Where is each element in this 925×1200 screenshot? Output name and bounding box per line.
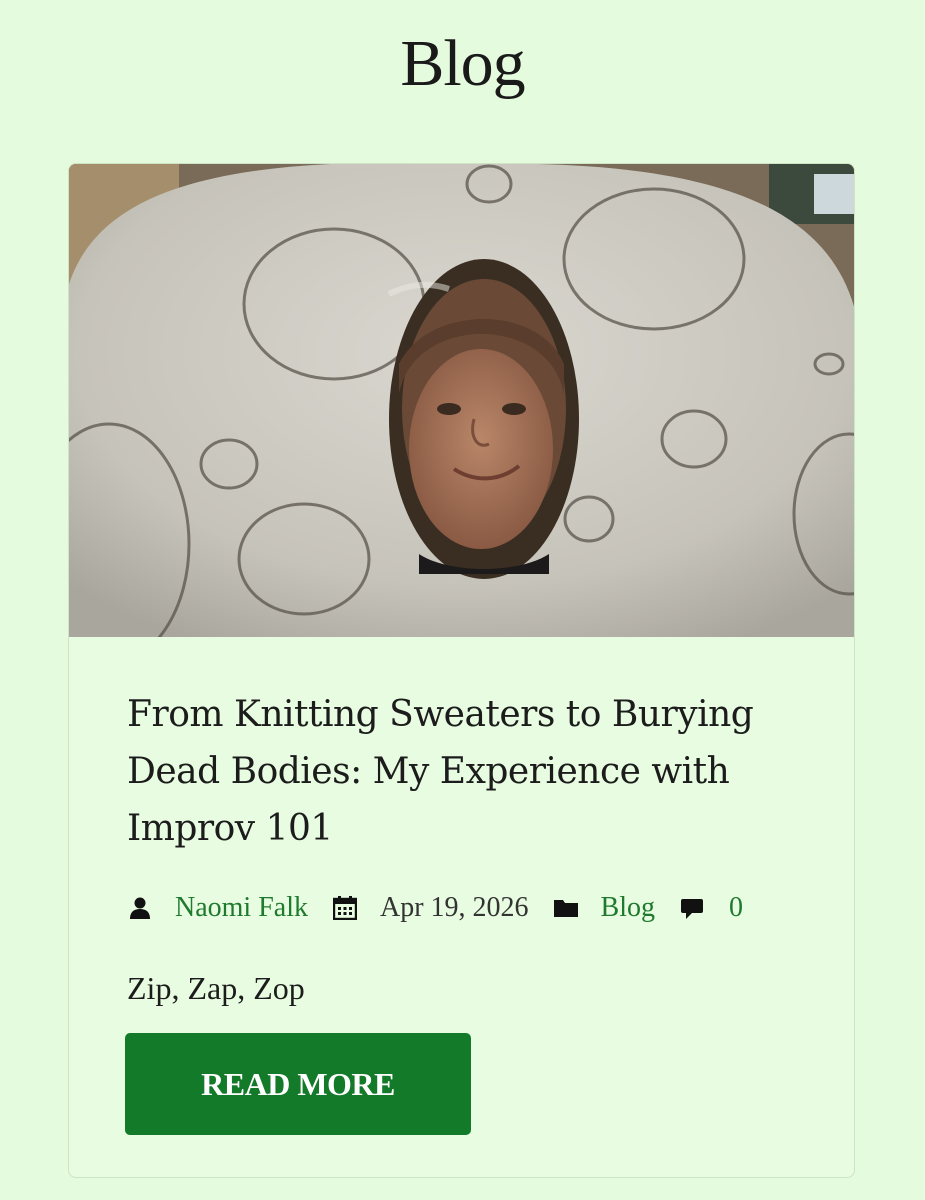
user-icon — [127, 895, 153, 921]
post-date: Apr 19, 2026 — [380, 892, 529, 923]
post-category-link[interactable]: Blog — [601, 892, 655, 924]
calendar-icon — [332, 895, 358, 921]
post-comments-link[interactable]: 0 — [729, 892, 743, 924]
post-excerpt: Zip, Zap, Zop — [127, 970, 305, 1006]
read-more-button[interactable]: READ MORE — [125, 1033, 471, 1135]
post-title[interactable]: From Knitting Sweaters to Burying Dead B… — [127, 686, 787, 857]
post-author-link[interactable]: Naomi Falk — [175, 892, 308, 924]
post-featured-image[interactable] — [69, 164, 855, 637]
folder-icon — [553, 895, 579, 921]
blog-post-card: From Knitting Sweaters to Burying Dead B… — [68, 163, 855, 1178]
post-meta: Naomi Falk Apr 19, 2026 Blog 0 — [127, 886, 743, 930]
comment-icon — [679, 895, 705, 921]
page-title: Blog — [400, 27, 525, 100]
